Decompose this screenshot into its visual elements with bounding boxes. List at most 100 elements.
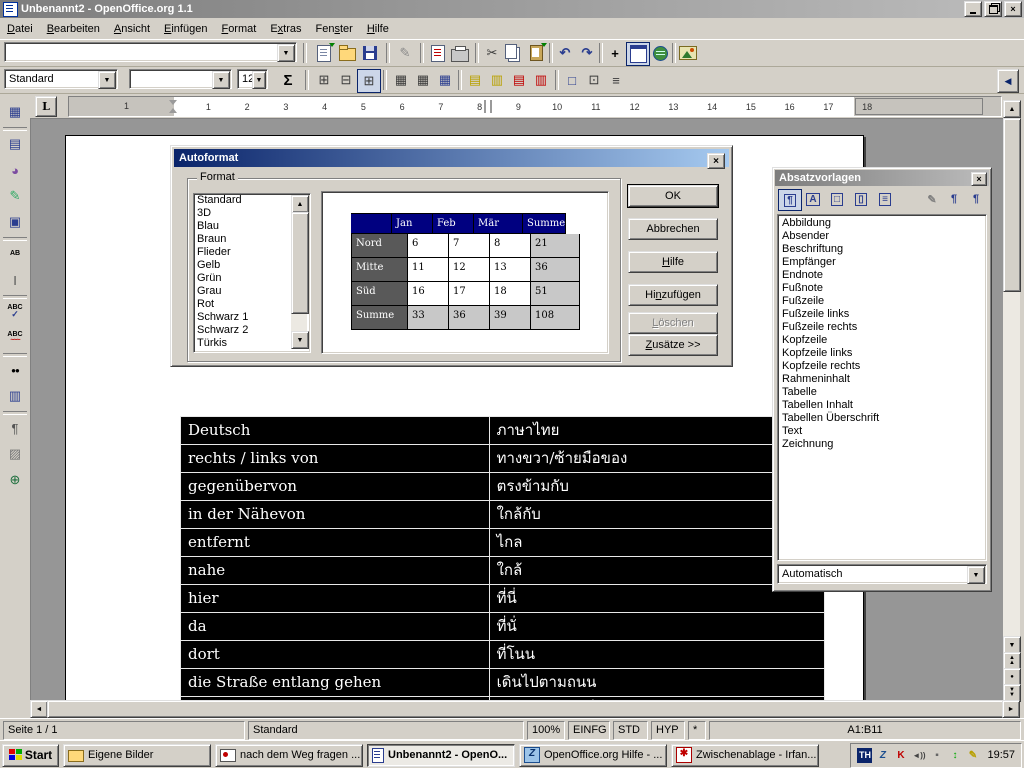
table-cell-thai[interactable]: เดินไปตามถนน <box>490 669 824 696</box>
save-icon[interactable] <box>359 42 381 64</box>
insert-table-icon[interactable]: ▦ <box>3 100 27 124</box>
style-list-item[interactable]: Empfänger <box>778 256 986 269</box>
autoformat-dialog[interactable]: Autoformat × Format Standard3DBlauBraunF… <box>170 145 733 367</box>
style-list-item[interactable]: Kopfzeile <box>778 334 986 347</box>
style-filter-combobox[interactable]: Automatisch ▼ <box>777 564 987 584</box>
navigator-icon[interactable]: + <box>604 42 626 64</box>
status-hyperlink-mode[interactable]: HYP <box>651 721 685 740</box>
style-list-item[interactable]: Zeichnung <box>778 438 986 451</box>
table-check-icon[interactable]: ▦ <box>434 69 456 91</box>
chevron-down-icon[interactable]: ▼ <box>277 44 295 62</box>
sum-icon[interactable]: Σ <box>277 69 299 91</box>
scroll-down-icon[interactable]: ▼ <box>291 331 309 349</box>
cut-icon[interactable]: ✂ <box>481 42 503 64</box>
table-cell-german[interactable]: die Straße entlang gehen <box>181 669 490 696</box>
mouse-settings-icon[interactable]: ▪ <box>929 748 944 763</box>
menu-item[interactable]: Hilfe <box>360 20 396 38</box>
graphics-onoff-icon[interactable]: ▨ <box>3 442 27 466</box>
draw-functions-icon[interactable]: ✎ <box>3 184 27 208</box>
undo-icon[interactable]: ↶ <box>554 42 576 64</box>
toolbar-collapse-icon[interactable]: ◀ <box>997 69 1019 93</box>
updates-icon[interactable]: ↕ <box>947 748 962 763</box>
url-input[interactable] <box>4 42 297 62</box>
stylist-title-bar[interactable]: Absatzvorlagen × <box>775 170 989 186</box>
split-cells-horizontal-icon[interactable]: ⊟ <box>335 69 357 91</box>
insert-column-icon[interactable]: ▥ <box>486 69 508 91</box>
style-list-item[interactable]: Endnote <box>778 269 986 282</box>
menu-item[interactable]: Einfügen <box>157 20 214 38</box>
table-cell-german[interactable]: entfernt <box>181 529 490 556</box>
quickstarter-icon[interactable]: Z <box>875 748 890 763</box>
scroll-left-icon[interactable]: ◄ <box>30 700 48 718</box>
data-sources-icon[interactable]: ▥ <box>3 384 27 408</box>
status-selection-mode[interactable]: STD <box>613 721 648 740</box>
delete-column-icon[interactable]: ▥ <box>530 69 552 91</box>
restore-button[interactable] <box>984 1 1002 17</box>
frame-styles-icon[interactable]: □ <box>826 189 848 209</box>
taskbar-clock[interactable]: 19:57 <box>987 749 1015 761</box>
style-list-item[interactable]: Tabellen Überschrift <box>778 412 986 425</box>
volume-icon[interactable]: ◄)) <box>911 748 926 763</box>
format-list-scrollbar[interactable]: ▲ ▼ <box>291 195 307 349</box>
copy-icon[interactable] <box>503 42 525 64</box>
merge-cells-icon[interactable]: ⊞ <box>313 69 335 91</box>
character-styles-icon[interactable]: A <box>802 189 824 209</box>
status-zoom[interactable]: 100% <box>527 721 565 740</box>
scroll-up-icon[interactable]: ▲ <box>1003 100 1021 118</box>
table-cell-german[interactable]: Deutsch <box>181 417 490 444</box>
delete-row-icon[interactable]: ▤ <box>508 69 530 91</box>
edit-file-icon[interactable]: ✎ <box>394 42 416 64</box>
scrollbar-thumb[interactable] <box>291 212 309 314</box>
table-cell-german[interactable]: rechts / links von <box>181 445 490 472</box>
dialog-button[interactable]: Zusätze >> <box>628 334 718 356</box>
style-list-item[interactable]: Fußzeile links <box>778 308 986 321</box>
dialog-title-bar[interactable]: Autoformat × <box>174 149 729 167</box>
direct-cursor-icon[interactable]: I <box>3 268 27 292</box>
optimize-table-icon[interactable]: ▦ <box>390 69 412 91</box>
autospellcheck-icon[interactable]: ABC~~~ <box>3 326 27 350</box>
vertical-scrollbar[interactable]: ▲ ▼ ▲▲ ● ▼▼ <box>1003 100 1020 700</box>
scroll-right-icon[interactable]: ► <box>1002 700 1020 718</box>
hyperlink-icon[interactable] <box>649 42 671 64</box>
style-list-item[interactable]: Beschriftung <box>778 243 986 256</box>
paragraph-styles-icon[interactable]: ¶ <box>778 189 802 211</box>
document-table[interactable]: Deutsch ภาษาไทย rechts / links von ทางขว… <box>180 416 825 701</box>
insert-frame-icon[interactable]: □ <box>561 69 583 91</box>
insert-object-icon[interactable]: ◕ <box>3 158 27 182</box>
page-preview-icon[interactable] <box>427 42 449 64</box>
horizontal-scrollbar[interactable]: ◄ ► <box>30 700 1020 717</box>
stylist-icon[interactable] <box>626 42 650 66</box>
borders-icon[interactable]: ⊡ <box>583 69 605 91</box>
table-cell-german[interactable]: nahe <box>181 557 490 584</box>
font-size-combobox[interactable]: 12 ▼ <box>237 69 268 89</box>
dialog-button[interactable]: Löschen <box>628 312 718 334</box>
chevron-down-icon[interactable]: ▼ <box>212 71 230 89</box>
style-list-item[interactable]: Abbildung <box>778 217 986 230</box>
table-row[interactable]: in der Nähevon ใกล้กับ <box>181 501 824 529</box>
table-cell-thai[interactable]: ที่โนน <box>490 641 824 668</box>
page-styles-icon[interactable]: ▯ <box>850 189 872 209</box>
taskbar-task-pictures[interactable]: Eigene Bilder <box>63 744 211 767</box>
taskbar-task-clipboard[interactable]: ✱ Zwischenablage - Irfan... <box>671 744 819 767</box>
table-cell-german[interactable]: gegenübervon <box>181 473 490 500</box>
stylist-close-icon[interactable]: × <box>971 172 987 186</box>
menu-item[interactable]: Format <box>214 20 263 38</box>
menu-item[interactable]: Extras <box>263 20 308 38</box>
new-document-icon[interactable] <box>313 42 335 64</box>
border-style-icon[interactable]: ≡ <box>605 69 627 91</box>
dialog-button[interactable]: Abbrechen <box>628 218 718 240</box>
insert-row-icon[interactable]: ▤ <box>464 69 486 91</box>
taskbar-task-presentation[interactable]: nach dem Weg fragen ... <box>215 744 363 767</box>
font-name-combobox[interactable]: ▼ <box>129 69 232 89</box>
gallery-icon[interactable] <box>677 42 699 64</box>
open-icon[interactable] <box>336 42 358 64</box>
close-button[interactable]: × <box>1004 1 1022 17</box>
antivirus-icon[interactable]: K <box>893 748 908 763</box>
table-row[interactable]: hier ที่นี่ <box>181 585 824 613</box>
chevron-down-icon[interactable]: ▼ <box>967 566 985 584</box>
nonprinting-characters-icon[interactable]: ¶ <box>3 416 27 440</box>
style-list-item[interactable]: Text <box>778 425 986 438</box>
menu-item[interactable]: Bearbeiten <box>40 20 107 38</box>
find-replace-icon[interactable]: ●● <box>3 358 27 382</box>
style-list-item[interactable]: Kopfzeile rechts <box>778 360 986 373</box>
